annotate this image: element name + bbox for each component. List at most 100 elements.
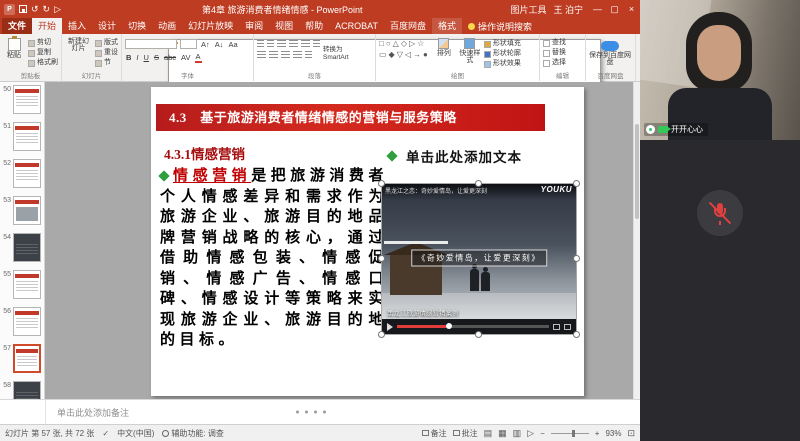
quick-styles-button[interactable]: 快速样式 xyxy=(459,38,481,72)
slide-title-banner[interactable]: 4.3 基于旅游消费者情绪情感的营销与服务策略 xyxy=(156,104,545,131)
slide-subheading[interactable]: 4.3.1情感营销 xyxy=(164,143,245,163)
grow-font-button[interactable]: A↑ xyxy=(200,40,211,49)
zoom-out-button[interactable]: − xyxy=(540,429,545,438)
tab-baidu[interactable]: 百度网盘 xyxy=(384,18,432,34)
spellcheck-icon[interactable]: ✓ xyxy=(102,429,109,438)
selection-handle[interactable] xyxy=(573,255,580,262)
zoom-level[interactable]: 93% xyxy=(605,429,621,438)
shrink-font-button[interactable]: A↓ xyxy=(214,40,225,49)
thumbnail-slide-55[interactable]: 55 xyxy=(1,270,41,300)
fit-to-window-icon[interactable]: ⊡ xyxy=(627,428,635,438)
scrollbar-thumb[interactable] xyxy=(635,124,639,219)
minimize-button[interactable]: — xyxy=(589,0,606,18)
arrange-button[interactable]: 排列 xyxy=(433,38,455,72)
thumbnail-slide-58[interactable]: 58 xyxy=(1,381,41,399)
content-placeholder[interactable]: 单击此处添加文本 xyxy=(388,146,522,166)
font-name-input[interactable] xyxy=(125,39,177,49)
notes-toggle[interactable]: 备注 xyxy=(422,428,447,439)
justify-icon[interactable] xyxy=(293,51,302,58)
progress-knob[interactable] xyxy=(446,323,452,329)
normal-view-icon[interactable]: ▤ xyxy=(484,428,493,438)
indent-decrease-icon[interactable] xyxy=(277,40,286,47)
layout-button[interactable]: 版式 xyxy=(95,39,118,47)
tab-transitions[interactable]: 切换 xyxy=(122,18,152,34)
zoom-slider-thumb[interactable] xyxy=(572,430,575,437)
tab-review[interactable]: 审阅 xyxy=(239,18,269,34)
embedded-video-object[interactable]: 黑龙江之恋：奇妙爱情岛，让爱更深刻 YOUKU 《奇妙爱情岛，让爱更深刻》 黑龙… xyxy=(381,183,577,335)
selection-handle[interactable] xyxy=(475,180,482,187)
tab-home[interactable]: 开始 xyxy=(32,18,62,34)
tab-slideshow[interactable]: 幻灯片放映 xyxy=(182,18,239,34)
char-spacing-button[interactable]: AV xyxy=(180,53,191,62)
thumbnail-slide-54[interactable]: 54 xyxy=(1,233,41,263)
slide-57-canvas[interactable]: 4.3 基于旅游消费者情绪情感的营销与服务策略 4.3.1情感营销 情感营销是把… xyxy=(151,87,584,396)
thumbnail-slide-53[interactable]: 53 xyxy=(1,196,41,226)
replace-button[interactable]: 替换 xyxy=(543,49,566,57)
format-painter-button[interactable]: 格式刷 xyxy=(28,59,58,67)
text-direction-icon[interactable] xyxy=(313,40,320,47)
slide-sorter-view-icon[interactable]: ▦ xyxy=(498,428,507,438)
italic-button[interactable]: I xyxy=(135,53,139,62)
reset-button[interactable]: 重设 xyxy=(95,49,118,57)
close-button[interactable]: × xyxy=(623,0,640,18)
numbering-icon[interactable] xyxy=(267,40,274,47)
tab-view[interactable]: 视图 xyxy=(269,18,299,34)
align-left-icon[interactable] xyxy=(257,51,266,58)
zoom-in-button[interactable]: + xyxy=(595,429,600,438)
cut-button[interactable]: 剪切 xyxy=(28,39,58,47)
selection-handle[interactable] xyxy=(475,331,482,338)
shape-effects-button[interactable]: 形状效果 xyxy=(484,60,521,68)
clear-format-button[interactable]: abc xyxy=(163,53,177,62)
thumbnail-slide-57-selected[interactable]: 57 xyxy=(1,344,41,374)
align-right-icon[interactable] xyxy=(281,51,290,58)
line-spacing-icon[interactable] xyxy=(301,40,310,47)
bold-button[interactable]: B xyxy=(125,53,132,62)
tab-help[interactable]: 帮助 xyxy=(299,18,329,34)
account-name[interactable]: 王 泊宁 xyxy=(553,3,583,16)
tab-picture-format[interactable]: 格式 xyxy=(432,18,462,34)
columns-icon[interactable] xyxy=(305,51,312,58)
slide-body-textbox[interactable]: 情感营销是把旅游消费者个人情感差异和需求作为旅游企业、旅游目的地品牌营销战略的核… xyxy=(160,166,388,351)
selection-handle[interactable] xyxy=(378,180,385,187)
tab-insert[interactable]: 插入 xyxy=(62,18,92,34)
fullscreen-icon[interactable] xyxy=(564,324,571,330)
change-case-button[interactable]: Aa xyxy=(228,40,239,49)
selection-handle[interactable] xyxy=(573,180,580,187)
zoom-slider[interactable] xyxy=(551,433,589,434)
shape-fill-button[interactable]: 形状填充 xyxy=(484,40,521,48)
shapes-gallery[interactable]: □○△◇▷☆ ▭◆▽◁→● xyxy=(379,36,430,72)
progress-bar[interactable] xyxy=(397,325,549,328)
thumbnail-slide-50[interactable]: 50 xyxy=(1,85,41,115)
language-status[interactable]: 中文(中国) xyxy=(117,428,154,439)
section-button[interactable]: 节 xyxy=(95,59,118,67)
undo-icon[interactable]: ↺ xyxy=(31,4,39,14)
thumbnail-slide-56[interactable]: 56 xyxy=(1,307,41,337)
selection-handle[interactable] xyxy=(573,331,580,338)
font-color-button[interactable]: A xyxy=(195,52,202,63)
save-icon[interactable] xyxy=(19,5,27,13)
bullets-icon[interactable] xyxy=(257,40,264,47)
shape-outline-button[interactable]: 形状轮廓 xyxy=(484,50,521,58)
save-to-baidu-button[interactable]: 保存到百度网盘 xyxy=(589,36,631,72)
thumbnail-slide-52[interactable]: 52 xyxy=(1,159,41,189)
paste-button[interactable]: 粘贴 xyxy=(3,36,25,72)
tell-me-search[interactable]: 操作说明搜索 xyxy=(468,18,532,34)
microphone-mute-button[interactable] xyxy=(697,190,743,236)
strikethrough-button[interactable]: S xyxy=(153,53,160,62)
tab-design[interactable]: 设计 xyxy=(92,18,122,34)
copy-button[interactable]: 复制 xyxy=(28,49,58,57)
new-slide-button[interactable]: 新建幻灯片 xyxy=(65,36,92,72)
notes-pane[interactable]: 单击此处添加备注 xyxy=(0,399,640,424)
tab-acrobat[interactable]: ACROBAT xyxy=(329,18,384,34)
start-slideshow-icon[interactable]: ▷ xyxy=(54,4,61,14)
tab-animations[interactable]: 动画 xyxy=(152,18,182,34)
reading-view-icon[interactable]: ▥ xyxy=(513,428,522,438)
select-button[interactable]: 选择 xyxy=(543,59,566,67)
vertical-scrollbar[interactable] xyxy=(633,82,640,399)
font-size-input[interactable] xyxy=(180,39,197,49)
volume-icon[interactable] xyxy=(553,324,560,330)
convert-smartart-button[interactable]: 转换为 SmartArt xyxy=(323,46,359,62)
play-icon[interactable] xyxy=(387,323,393,331)
find-button[interactable]: 查找 xyxy=(543,39,566,47)
pane-resize-handle[interactable] xyxy=(296,411,326,414)
